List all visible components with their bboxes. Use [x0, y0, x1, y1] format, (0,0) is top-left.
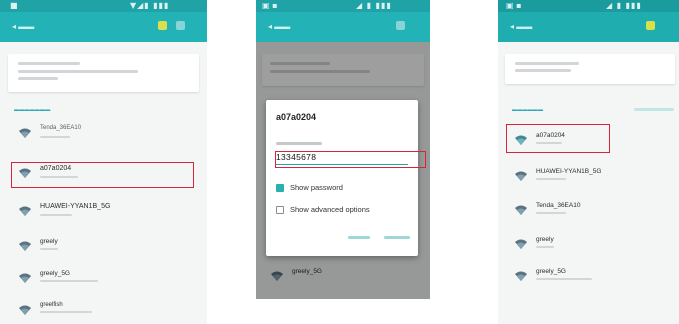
wifi-signal-icon	[515, 239, 527, 249]
password-label	[276, 142, 322, 145]
available-networks-header: ▬▬▬▬▬▬▬	[14, 107, 51, 113]
wifi-signal-icon	[515, 171, 527, 181]
app-bar: ◂ ▬▬	[498, 12, 679, 42]
notification-icon: ■	[10, 1, 18, 10]
network-name: HUAWEI-YYAN1B_5G	[536, 168, 602, 175]
wifi-signal-icon	[19, 206, 31, 216]
password-dialog-screen: ▣ ▪ ◢ ▮ ▮▮▮ ◂ ▬▬ greely_5G a07a0204 1334…	[256, 0, 430, 299]
checkbox-checked-icon[interactable]	[276, 184, 284, 192]
network-name: greely	[536, 236, 554, 243]
network-name: HUAWEI-YYAN1B_5G	[40, 203, 111, 210]
network-name: Tenda_36EA10	[536, 202, 581, 209]
status-bar: ▣ ▪ ◢ ▮ ▮▮▮	[498, 0, 679, 12]
checkbox-unchecked-icon[interactable]	[276, 206, 284, 214]
wifi-info-card	[505, 54, 675, 84]
app-bar: ◂ ▬▬	[256, 12, 430, 42]
network-row[interactable]: greelfish	[18, 300, 198, 324]
wifi-connected-screen: ▣ ▪ ◢ ▮ ▮▮▮ ◂ ▬▬ ▬▬▬▬▬▬ a07a0204 HUAWEI-…	[498, 0, 679, 324]
show-advanced-label[interactable]: Show advanced options	[290, 205, 370, 214]
network-row[interactable]: Tenda_36EA10	[514, 200, 674, 224]
dialog-title: a07a0204	[276, 112, 317, 122]
password-highlight	[275, 151, 426, 168]
wifi-signal-icon	[19, 128, 31, 138]
wifi-toggle-icon[interactable]	[646, 21, 655, 30]
status-bar: ▣ ▪ ◢ ▮ ▮▮▮	[256, 0, 430, 12]
wifi-signal-icon	[19, 305, 31, 315]
wifi-info-card	[8, 54, 199, 92]
wifi-signal-icon	[515, 205, 527, 215]
status-icons: ◢ ▮ ▮▮▮	[356, 1, 392, 10]
network-name: Tenda_36EA10	[40, 125, 82, 131]
wifi-toggle-icon[interactable]	[396, 21, 405, 30]
network-row[interactable]: HUAWEI-YYAN1B_5G	[18, 201, 198, 225]
connect-button[interactable]	[384, 236, 410, 239]
network-row[interactable]: HUAWEI-YYAN1B_5G	[514, 166, 674, 190]
notification-icon: ▣ ▪	[262, 1, 278, 10]
notification-icon: ▣ ▪	[506, 1, 522, 10]
back-icon[interactable]: ◂ ▬▬	[268, 22, 290, 31]
network-row[interactable]: greely	[514, 234, 674, 258]
network-row[interactable]: greely_5G	[514, 266, 674, 290]
network-row[interactable]: greely_5G	[18, 268, 198, 292]
wifi-signal-icon	[19, 241, 31, 251]
status-icons: ◢ ▮ ▮▮▮	[606, 1, 642, 10]
network-row[interactable]: greely	[18, 236, 198, 260]
back-icon[interactable]: ◂ ▬▬	[12, 22, 34, 31]
network-row[interactable]: Tenda_36EA10	[18, 123, 198, 147]
back-icon[interactable]: ◂ ▬▬	[510, 22, 532, 31]
network-name: greely_5G	[536, 268, 566, 275]
network-name: greely	[40, 238, 58, 245]
advanced-link[interactable]	[634, 108, 674, 111]
status-icons: ▼◢▮ ▮▮▮	[130, 1, 170, 10]
wifi-password-dialog: a07a0204 13345678 Show password Show adv…	[266, 100, 418, 256]
network-name: greely_5G	[40, 270, 70, 277]
status-bar: ■ ▼◢▮ ▮▮▮	[0, 0, 207, 12]
cancel-button[interactable]	[348, 236, 370, 239]
more-options-icon[interactable]	[176, 21, 185, 30]
app-bar: ◂ ▬▬	[0, 12, 207, 42]
wifi-toggle-icon[interactable]	[158, 21, 167, 30]
selection-highlight	[11, 162, 194, 188]
connected-highlight	[506, 124, 610, 153]
wifi-signal-icon	[515, 271, 527, 281]
wifi-signal-icon	[19, 273, 31, 283]
available-networks-header: ▬▬▬▬▬▬	[512, 107, 544, 113]
wifi-list-screen: ■ ▼◢▮ ▮▮▮ ◂ ▬▬ ▬▬▬▬▬▬▬ Tenda_36EA10 a07a…	[0, 0, 207, 324]
network-name: greelfish	[40, 302, 63, 308]
show-password-label[interactable]: Show password	[290, 183, 343, 192]
